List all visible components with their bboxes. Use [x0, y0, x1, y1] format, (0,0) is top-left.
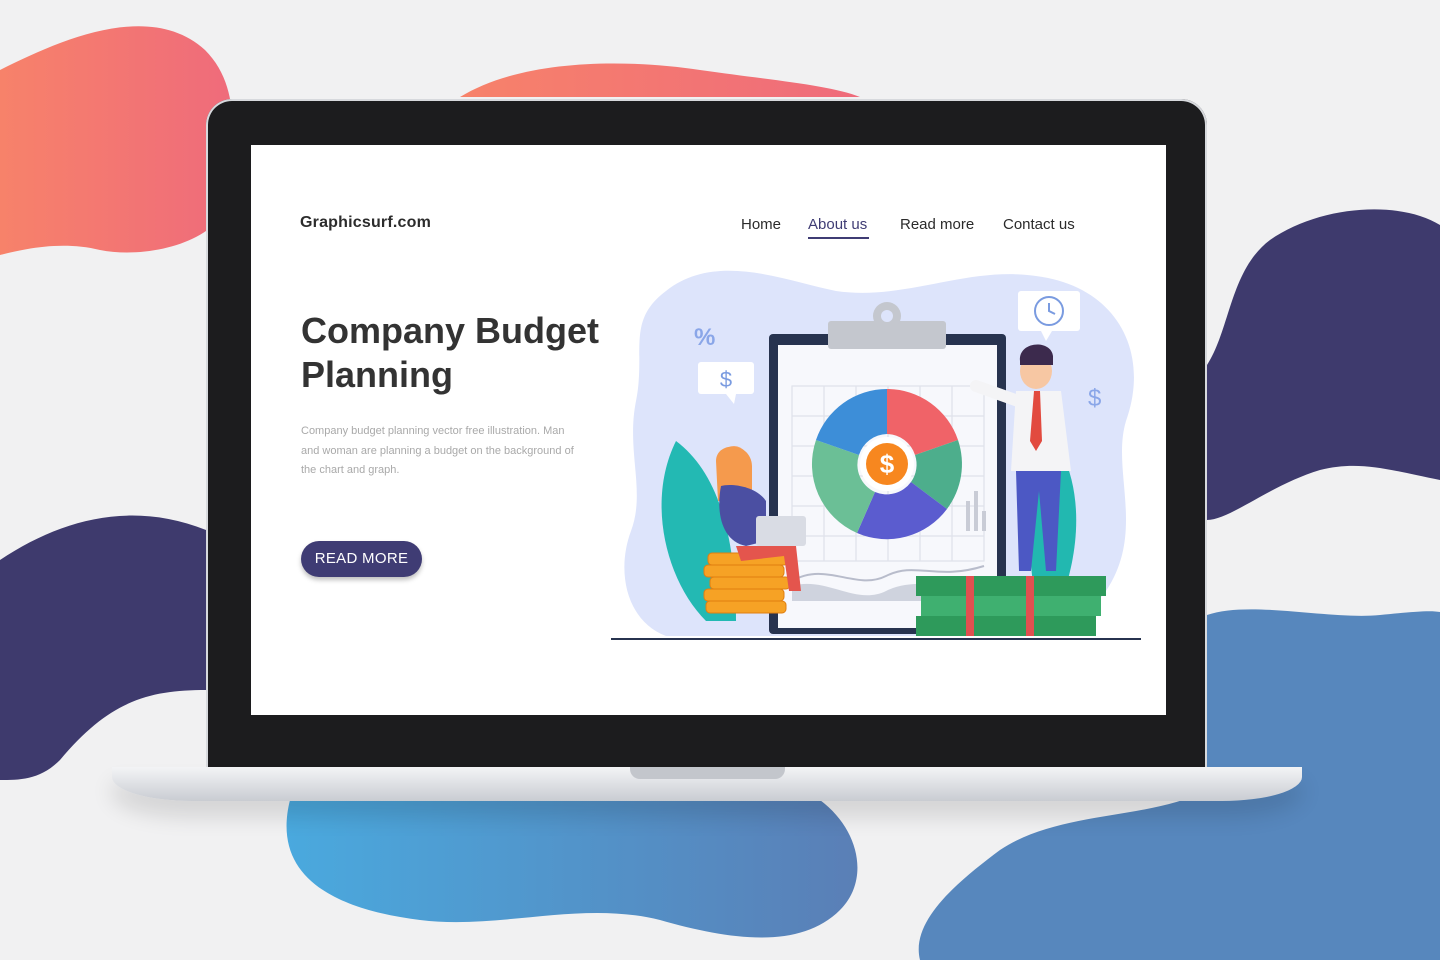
read-more-button[interactable]: READ MORE: [301, 541, 422, 577]
nav-active-underline: [808, 237, 869, 239]
cash-stack: [916, 576, 1106, 636]
nav-home[interactable]: Home: [741, 216, 781, 233]
coral-blob-top: [460, 63, 860, 97]
laptop-notch: [630, 767, 785, 779]
blue-blob-bottom: [286, 800, 858, 938]
bubble-dollar-symbol: $: [720, 367, 732, 392]
donut-chart: $: [811, 389, 962, 540]
navy-blob-right: [1207, 209, 1440, 520]
floating-dollar-symbol: $: [1088, 385, 1101, 412]
hero-description: Company budget planning vector free illu…: [301, 425, 574, 476]
percent-symbol: %: [694, 324, 715, 351]
hero-title-line1: Company Budget: [301, 310, 600, 351]
hero-title: Company Budget Planning: [301, 309, 641, 397]
budget-illustration: $ $ % $: [611, 270, 1141, 640]
laptop-screen: Graphicsurf.com Home About us Read more …: [251, 145, 1166, 715]
hero-title-line2: Planning: [301, 354, 453, 395]
brand-logo[interactable]: Graphicsurf.com: [300, 214, 431, 232]
donut-dollar-symbol: $: [880, 449, 895, 479]
nav-read-more[interactable]: Read more: [900, 216, 974, 233]
navy-blob-left: [0, 515, 206, 780]
coral-blob-left: [0, 26, 233, 255]
coin-stack: [703, 552, 791, 614]
nav-contact-us[interactable]: Contact us: [1003, 216, 1075, 233]
nav-about-us[interactable]: About us: [808, 216, 867, 233]
